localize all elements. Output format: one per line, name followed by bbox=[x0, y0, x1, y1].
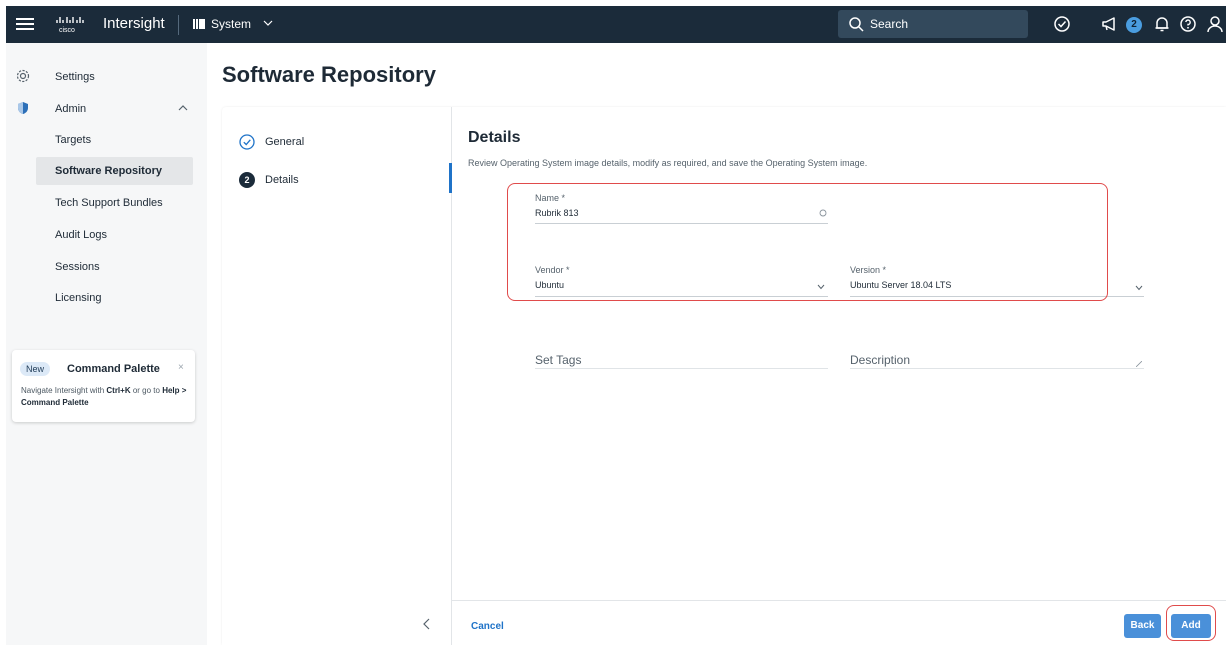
announcement-count-badge: 2 bbox=[1126, 17, 1142, 33]
top-navigation-bar: cisco Intersight System Search 2 bbox=[6, 6, 1226, 43]
card-text-part: Navigate Intersight with bbox=[21, 386, 107, 395]
svg-text:cisco: cisco bbox=[59, 27, 75, 34]
context-selector[interactable]: System bbox=[211, 17, 251, 31]
sidebar: Settings Admin Targets Software Reposito… bbox=[6, 43, 207, 645]
close-icon[interactable]: × bbox=[178, 362, 184, 373]
highlight-box bbox=[507, 183, 1108, 301]
chevron-left-icon[interactable] bbox=[422, 618, 432, 630]
tags-placeholder: Set Tags bbox=[535, 353, 582, 367]
chevron-up-icon[interactable] bbox=[178, 103, 188, 113]
sidebar-item-targets[interactable]: Targets bbox=[36, 126, 193, 154]
bell-icon[interactable] bbox=[1152, 14, 1172, 34]
search-label: Search bbox=[870, 17, 909, 31]
section-title: Details bbox=[468, 129, 521, 146]
sidebar-item-label: Tech Support Bundles bbox=[55, 197, 163, 209]
input-underline bbox=[850, 368, 1144, 369]
cancel-button[interactable]: Cancel bbox=[471, 621, 504, 632]
wizard-panel: General 2 Details Details Review Operati… bbox=[222, 107, 1226, 645]
footer-divider bbox=[452, 600, 1226, 601]
input-underline bbox=[535, 368, 828, 369]
sidebar-item-sessions[interactable]: Sessions bbox=[36, 253, 193, 281]
user-icon[interactable] bbox=[1205, 14, 1225, 34]
search-icon bbox=[849, 17, 864, 32]
system-icon bbox=[193, 19, 205, 29]
wizard-steps: General 2 Details bbox=[222, 107, 452, 645]
sidebar-item-settings[interactable]: Settings bbox=[6, 64, 207, 90]
card-text: Navigate Intersight with Ctrl+K or go to… bbox=[21, 385, 193, 409]
chevron-down-icon[interactable] bbox=[263, 18, 273, 28]
check-circle-icon bbox=[239, 134, 255, 150]
shield-icon bbox=[18, 102, 28, 114]
search-input[interactable]: Search bbox=[838, 10, 1028, 38]
description-textarea[interactable]: Description bbox=[850, 353, 1144, 369]
card-text-part: or go to bbox=[130, 386, 163, 395]
command-palette-card: New Command Palette × Navigate Intersigh… bbox=[12, 350, 195, 422]
sidebar-item-label: Audit Logs bbox=[55, 229, 107, 241]
new-badge: New bbox=[20, 362, 51, 376]
app-title: Intersight bbox=[103, 15, 165, 32]
step-general[interactable]: General bbox=[239, 134, 439, 156]
sidebar-item-licensing[interactable]: Licensing bbox=[36, 284, 193, 312]
check-circle-icon[interactable] bbox=[1052, 14, 1072, 34]
step-label: General bbox=[265, 136, 305, 148]
sidebar-item-software-repository[interactable]: Software Repository bbox=[36, 157, 193, 185]
back-button[interactable]: Back bbox=[1124, 614, 1161, 638]
highlight-box bbox=[1166, 605, 1216, 641]
help-icon[interactable] bbox=[1178, 14, 1198, 34]
sidebar-item-audit-logs[interactable]: Audit Logs bbox=[36, 221, 193, 249]
card-title: Command Palette bbox=[67, 363, 160, 375]
announcement-icon[interactable] bbox=[1100, 14, 1120, 34]
hamburger-menu-icon[interactable] bbox=[16, 15, 34, 33]
tags-input[interactable]: Set Tags bbox=[535, 353, 828, 369]
sidebar-item-label: Software Repository bbox=[55, 165, 162, 177]
sidebar-item-label: Licensing bbox=[55, 292, 102, 304]
step-label: Details bbox=[265, 174, 299, 186]
sidebar-item-tech-support-bundles[interactable]: Tech Support Bundles bbox=[36, 189, 193, 217]
chevron-down-icon[interactable] bbox=[1135, 285, 1143, 291]
sidebar-item-admin[interactable]: Admin bbox=[6, 96, 207, 122]
sidebar-item-label: Sessions bbox=[55, 261, 100, 273]
sidebar-item-label: Admin bbox=[55, 103, 87, 115]
gear-icon bbox=[16, 69, 30, 83]
sidebar-item-label: Targets bbox=[55, 134, 92, 146]
shortcut-text: Ctrl+K bbox=[106, 386, 131, 395]
step-details[interactable]: 2 Details bbox=[239, 172, 439, 194]
sidebar-item-label: Settings bbox=[55, 71, 95, 83]
section-description: Review Operating System image details, m… bbox=[468, 158, 868, 168]
resize-handle-icon[interactable] bbox=[1136, 361, 1142, 367]
divider bbox=[178, 15, 179, 35]
active-step-indicator bbox=[449, 163, 452, 193]
step-number: 2 bbox=[239, 172, 255, 188]
page-title: Software Repository bbox=[222, 62, 436, 87]
cisco-logo-icon: cisco bbox=[56, 17, 84, 34]
description-placeholder: Description bbox=[850, 353, 911, 367]
